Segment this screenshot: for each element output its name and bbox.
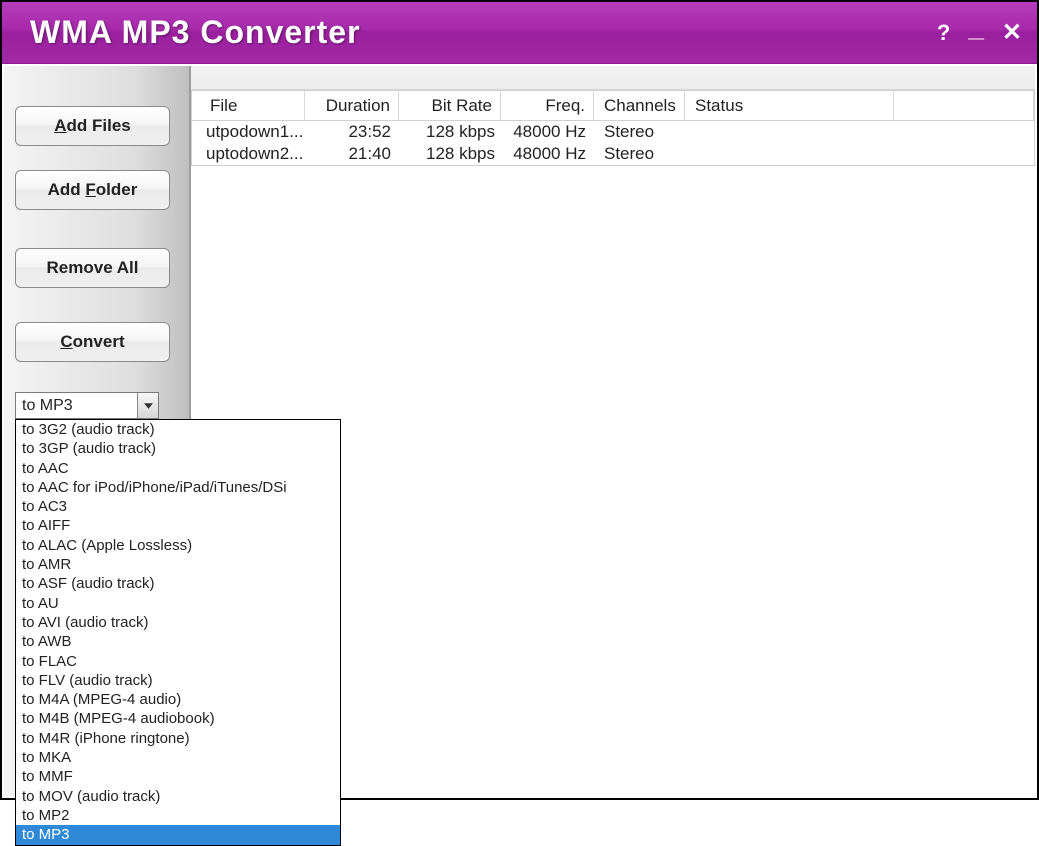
- format-option[interactable]: to MP3: [16, 825, 340, 844]
- th-duration[interactable]: Duration: [305, 91, 399, 120]
- th-blank: [894, 91, 1034, 120]
- minimize-button[interactable]: _: [968, 22, 984, 32]
- cell-freq: 48000 Hz: [501, 144, 594, 164]
- sidebar: Add Files Add Folder Remove All Convert …: [4, 66, 191, 796]
- format-combo-list[interactable]: to 3G2 (audio track)to 3GP (audio track)…: [15, 419, 341, 846]
- format-combo[interactable]: to MP3: [15, 392, 159, 419]
- add-files-button[interactable]: Add Files: [15, 106, 170, 146]
- cell-channels: Stereo: [594, 122, 685, 142]
- remove-all-button[interactable]: Remove All: [15, 248, 170, 288]
- cell-bitrate: 128 kbps: [399, 122, 501, 142]
- app-window: WMA MP3 Converter ? _ ✕ Add Files Add Fo…: [0, 0, 1039, 800]
- table-row[interactable]: utpodown1...23:52128 kbps48000 HzStereo: [192, 121, 1034, 143]
- cell-freq: 48000 Hz: [501, 122, 594, 142]
- titlebar-controls: ? _ ✕: [937, 18, 1022, 47]
- format-option[interactable]: to MOV (audio track): [16, 787, 340, 806]
- cell-file: uptodown2...: [192, 144, 305, 164]
- format-option[interactable]: to M4B (MPEG-4 audiobook): [16, 709, 340, 728]
- format-option[interactable]: to FLV (audio track): [16, 671, 340, 690]
- format-option[interactable]: to 3G2 (audio track): [16, 420, 340, 439]
- format-option[interactable]: to M4A (MPEG-4 audio): [16, 690, 340, 709]
- format-option[interactable]: to AU: [16, 594, 340, 613]
- th-status[interactable]: Status: [685, 91, 894, 120]
- format-option[interactable]: to AVI (audio track): [16, 613, 340, 632]
- cell-duration: 23:52: [305, 122, 399, 142]
- close-button[interactable]: ✕: [1002, 18, 1022, 47]
- format-option[interactable]: to MMF: [16, 767, 340, 786]
- chevron-down-icon[interactable]: [137, 393, 158, 418]
- app-title: WMA MP3 Converter: [30, 14, 937, 51]
- th-file[interactable]: File: [192, 91, 305, 120]
- format-option[interactable]: to ASF (audio track): [16, 574, 340, 593]
- cell-duration: 21:40: [305, 144, 399, 164]
- format-option[interactable]: to FLAC: [16, 652, 340, 671]
- titlebar: WMA MP3 Converter ? _ ✕: [2, 2, 1037, 64]
- format-option[interactable]: to 3GP (audio track): [16, 439, 340, 458]
- format-option[interactable]: to AC3: [16, 497, 340, 516]
- format-option[interactable]: to AAC: [16, 459, 340, 478]
- format-option[interactable]: to MP2: [16, 806, 340, 825]
- table-row[interactable]: uptodown2...21:40128 kbps48000 HzStereo: [192, 143, 1034, 165]
- format-option[interactable]: to AWB: [16, 632, 340, 651]
- body-area: Add Files Add Folder Remove All Convert …: [4, 66, 1035, 796]
- format-option[interactable]: to AMR: [16, 555, 340, 574]
- table-header: File Duration Bit Rate Freq. Channels St…: [192, 91, 1034, 121]
- cell-channels: Stereo: [594, 144, 685, 164]
- format-option[interactable]: to MKA: [16, 748, 340, 767]
- cell-bitrate: 128 kbps: [399, 144, 501, 164]
- format-combo-value: to MP3: [16, 397, 137, 415]
- help-button[interactable]: ?: [937, 20, 950, 46]
- format-option[interactable]: to M4R (iPhone ringtone): [16, 729, 340, 748]
- format-option[interactable]: to ALAC (Apple Lossless): [16, 536, 340, 555]
- toolbar-spacer: [191, 66, 1035, 90]
- th-freq[interactable]: Freq.: [501, 91, 594, 120]
- format-option[interactable]: to AAC for iPod/iPhone/iPad/iTunes/DSi: [16, 478, 340, 497]
- format-combo-wrap: to MP3 to 3G2 (audio track)to 3GP (audio…: [15, 392, 159, 419]
- th-bitrate[interactable]: Bit Rate: [399, 91, 501, 120]
- file-table: File Duration Bit Rate Freq. Channels St…: [191, 90, 1035, 166]
- table-body: utpodown1...23:52128 kbps48000 HzStereou…: [192, 121, 1034, 165]
- format-option[interactable]: to AIFF: [16, 516, 340, 535]
- convert-button[interactable]: Convert: [15, 322, 170, 362]
- th-channels[interactable]: Channels: [594, 91, 685, 120]
- add-folder-button[interactable]: Add Folder: [15, 170, 170, 210]
- cell-file: utpodown1...: [192, 122, 305, 142]
